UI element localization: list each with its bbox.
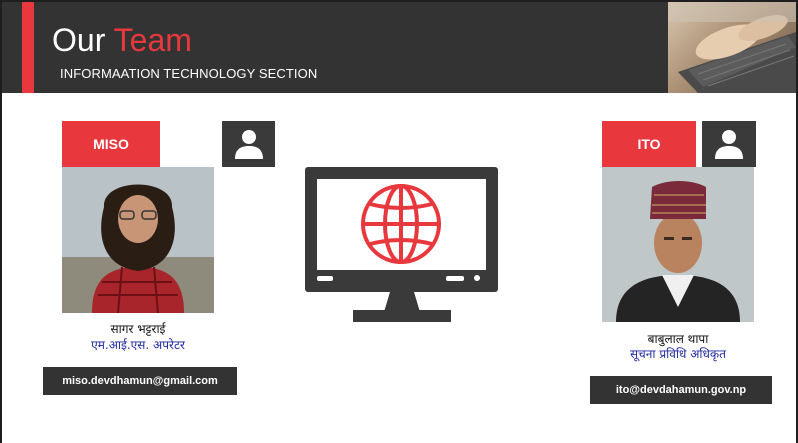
monitor-globe-icon — [300, 164, 500, 324]
user-icon — [222, 121, 275, 167]
member-email-ito[interactable]: ito@devdahamun.gov.np — [590, 376, 772, 404]
user-icon — [702, 121, 756, 167]
member-email-miso[interactable]: miso.devdhamun@gmail.com — [43, 367, 237, 395]
laptop-typing-image — [668, 2, 796, 93]
member-photo-ito — [602, 167, 754, 322]
member-photo-miso — [62, 167, 214, 313]
page-subtitle: INFORMAATION TECHNOLOGY SECTION — [60, 66, 318, 81]
member-designation-miso: एम.आई.एस. अपरेटर — [91, 338, 185, 352]
member-name-ito: बाबुलाल थापा — [647, 332, 709, 346]
header-accent-stripe — [22, 2, 34, 93]
header-laptop-photo — [668, 2, 796, 93]
member-designation-ito: सूचना प्रविधि अधिकृत — [630, 347, 726, 361]
role-label-ito: ITO — [602, 121, 696, 167]
page-title: Our Team — [52, 22, 192, 58]
role-label-miso: MISO — [62, 121, 160, 167]
page-title-part1: Our — [52, 22, 106, 58]
member-name-miso: सागर भट्टराई — [110, 322, 166, 336]
page-title-part2: Team — [113, 22, 192, 58]
member-card-ito: ITO — [602, 121, 756, 167]
member-card-miso: MISO — [62, 121, 275, 167]
